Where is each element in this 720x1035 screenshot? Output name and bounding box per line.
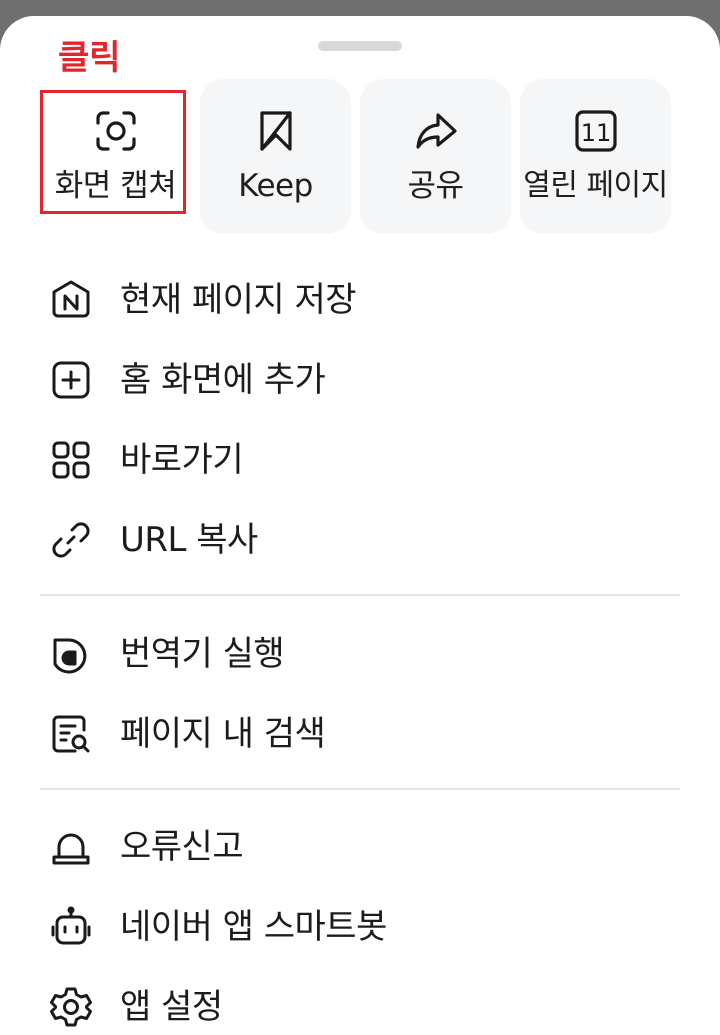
- open-pages-label: 열린 페이지: [523, 168, 668, 203]
- bottom-sheet: 클릭 화면 캡쳐 Keep 공유 11 열린 페이지 현재 페이지 저장 홈 화…: [0, 16, 720, 1035]
- menu-item-report-error[interactable]: 오류신고: [48, 819, 688, 875]
- bookmark-icon: [254, 109, 298, 153]
- divider: [40, 594, 680, 596]
- menu-item-smartbot[interactable]: 네이버 앱 스마트봇: [48, 899, 688, 955]
- link-icon: [48, 517, 94, 563]
- alarm-bell-icon: [48, 824, 94, 870]
- tab-count-icon: 11: [574, 109, 618, 153]
- share-arrow-icon: [414, 109, 458, 153]
- menu-item-shortcuts[interactable]: 바로가기: [48, 432, 688, 488]
- menu-item-label: 네이버 앱 스마트봇: [120, 907, 387, 947]
- share-label: 공유: [407, 168, 464, 204]
- sheet-drag-handle[interactable]: [318, 41, 402, 51]
- menu-item-copy-url[interactable]: URL 복사: [48, 512, 688, 568]
- add-home-icon: [48, 357, 94, 403]
- menu-item-label: 현재 페이지 저장: [120, 280, 357, 320]
- menu-item-translator[interactable]: 번역기 실행: [48, 626, 688, 682]
- keep-label: Keep: [238, 168, 313, 204]
- translator-icon: [48, 631, 94, 677]
- grid-shortcut-icon: [48, 437, 94, 483]
- click-highlight-box: [40, 90, 186, 214]
- naver-save-icon: [48, 277, 94, 323]
- menu-item-app-settings[interactable]: 앱 설정: [48, 979, 688, 1035]
- menu-item-label: 페이지 내 검색: [120, 714, 326, 754]
- open-pages-button[interactable]: 11 열린 페이지: [520, 79, 671, 234]
- menu-item-find-in-page[interactable]: 페이지 내 검색: [48, 706, 688, 762]
- menu-item-label: 오류신고: [120, 827, 244, 867]
- click-annotation-label: 클릭: [58, 38, 121, 78]
- gear-icon: [48, 984, 94, 1030]
- menu-item-label: URL 복사: [120, 520, 258, 560]
- menu-item-add-home[interactable]: 홈 화면에 추가: [48, 352, 688, 408]
- keep-button[interactable]: Keep: [200, 79, 351, 234]
- menu-item-label: 홈 화면에 추가: [120, 360, 326, 400]
- tab-count-badge: 11: [580, 119, 611, 147]
- robot-icon: [48, 904, 94, 950]
- menu-item-label: 번역기 실행: [120, 634, 285, 674]
- share-button[interactable]: 공유: [360, 79, 511, 234]
- menu-item-label: 바로가기: [120, 440, 244, 480]
- menu-item-label: 앱 설정: [120, 987, 223, 1027]
- menu-item-save-page[interactable]: 현재 페이지 저장: [48, 272, 688, 328]
- find-in-page-icon: [48, 711, 94, 757]
- divider: [40, 788, 680, 790]
